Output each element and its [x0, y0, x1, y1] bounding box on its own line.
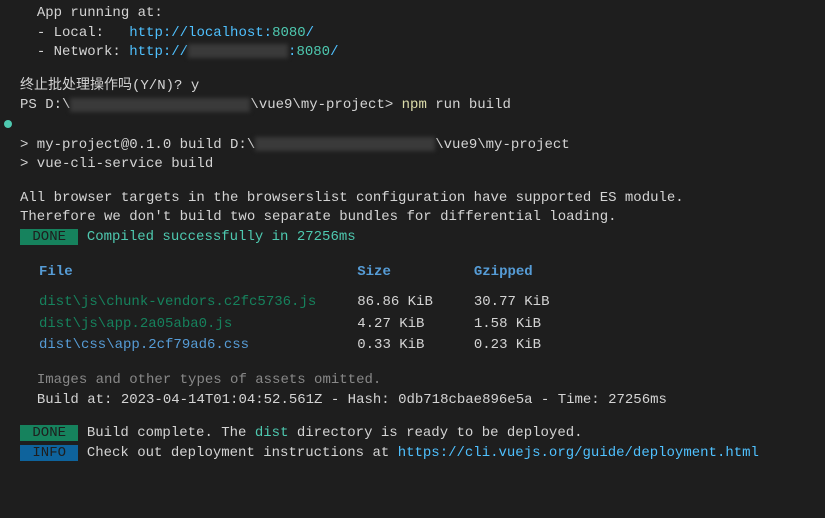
- app-running-header: App running at:: [20, 4, 805, 24]
- file-cell: dist\js\chunk-vendors.c2fc5736.js: [38, 292, 356, 314]
- terminal-output: App running at: - Local: http://localhos…: [0, 0, 825, 473]
- table-row: dist\js\app.2a05aba0.js4.27 KiB1.58 KiB: [38, 314, 590, 336]
- build-package-line: > my-project@0.1.0 build D:\\vue9\my-pro…: [20, 136, 805, 156]
- indicator-dot-line: [20, 116, 805, 136]
- terminate-prompt: 终止批处理操作吗(Y/N)? y: [20, 77, 805, 97]
- network-url[interactable]: http://:8080/: [129, 44, 338, 60]
- col-size: Size: [356, 262, 473, 293]
- size-cell: 86.86 KiB: [356, 292, 473, 314]
- compiled-line: DONE Compiled successfully in 27256ms: [20, 228, 805, 248]
- ps-prompt[interactable]: PS D:\\vue9\my-project> npm run build: [20, 96, 805, 116]
- build-files-table: File Size Gzipped dist\js\chunk-vendors.…: [38, 262, 590, 357]
- app-running-local: - Local: http://localhost:8080/: [20, 24, 805, 44]
- redacted-path2: [255, 137, 435, 151]
- gzipped-cell: 0.23 KiB: [473, 335, 590, 357]
- body-es-module: All browser targets in the browserslist …: [20, 189, 805, 209]
- build-cli-line: > vue-cli-service build: [20, 155, 805, 175]
- gzipped-cell: 1.58 KiB: [473, 314, 590, 336]
- redacted-path: [70, 98, 250, 112]
- table-header-row: File Size Gzipped: [38, 262, 590, 293]
- deployment-url[interactable]: https://cli.vuejs.org/guide/deployment.h…: [398, 445, 759, 461]
- table-row: dist\js\chunk-vendors.c2fc5736.js86.86 K…: [38, 292, 590, 314]
- file-cell: dist\css\app.2cf79ad6.css: [38, 335, 356, 357]
- app-running-network: - Network: http://:8080/: [20, 43, 805, 63]
- done-badge: DONE: [20, 229, 78, 245]
- gzipped-cell: 30.77 KiB: [473, 292, 590, 314]
- done-badge-2: DONE: [20, 425, 78, 441]
- build-meta: Build at: 2023-04-14T01:04:52.561Z - Has…: [20, 391, 805, 411]
- file-cell: dist\js\app.2a05aba0.js: [38, 314, 356, 336]
- body-differential: Therefore we don't build two separate bu…: [20, 208, 805, 228]
- table-row: dist\css\app.2cf79ad6.css0.33 KiB0.23 Ki…: [38, 335, 590, 357]
- activity-dot-icon: [4, 120, 12, 128]
- size-cell: 0.33 KiB: [356, 335, 473, 357]
- size-cell: 4.27 KiB: [356, 314, 473, 336]
- assets-omitted: Images and other types of assets omitted…: [20, 371, 805, 391]
- redacted-host: [188, 44, 288, 58]
- done-build-complete: DONE Build complete. The dist directory …: [20, 424, 805, 444]
- col-gzipped: Gzipped: [473, 262, 590, 293]
- info-badge: INFO: [20, 445, 78, 461]
- local-url[interactable]: http://localhost:8080/: [129, 25, 314, 41]
- info-deployment: INFO Check out deployment instructions a…: [20, 444, 805, 464]
- col-file: File: [38, 262, 356, 293]
